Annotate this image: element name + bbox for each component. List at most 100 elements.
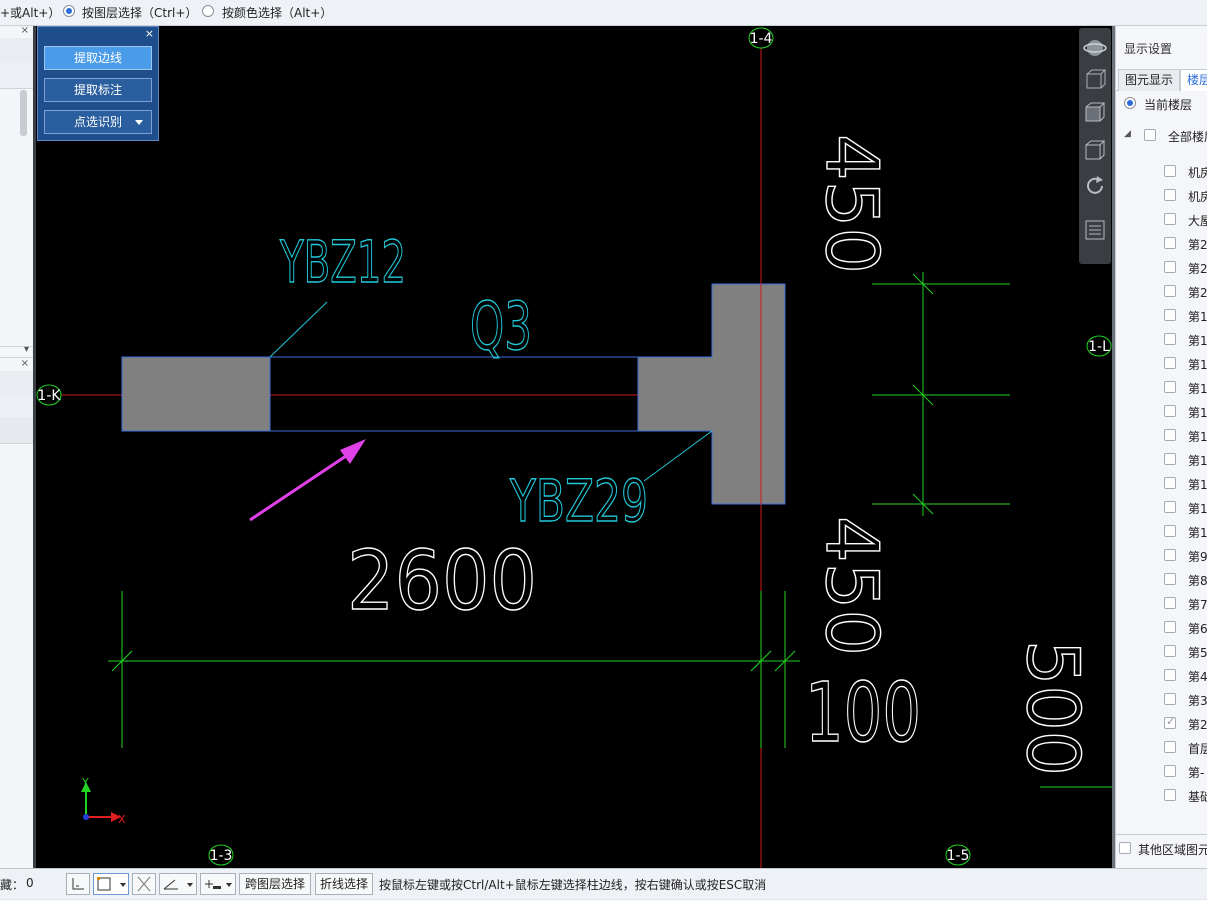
floor-checkbox[interactable] <box>1164 237 1176 249</box>
floor-list-item[interactable]: 大屋 <box>1116 208 1207 232</box>
floor-list-item[interactable]: 第1 <box>1116 400 1207 424</box>
close-icon[interactable]: × <box>145 27 154 40</box>
dim-text-100[interactable]: 100 <box>804 665 921 761</box>
column-ybz29[interactable] <box>637 283 786 505</box>
radio-current-floor-label[interactable]: 当前楼层 <box>1144 96 1192 113</box>
left-panel-row[interactable] <box>0 371 33 396</box>
radio-layer-select-label[interactable]: 按图层选择（Ctrl+） <box>82 4 197 21</box>
floor-list-item[interactable]: 第1 <box>1116 328 1207 352</box>
extract-edges-button[interactable]: 提取边线 <box>44 46 152 70</box>
label-ybz29[interactable]: YBZ29 <box>509 466 649 535</box>
dim-text-500[interactable]: 500 <box>1010 639 1095 776</box>
left-panel-row[interactable] <box>0 62 33 89</box>
cad-canvas[interactable]: 1-4 1-K 1-L 1-3 1-5 YBZ12 Q3 YBZ29 2600 … <box>36 26 1112 868</box>
floor-checkbox[interactable] <box>1164 285 1176 297</box>
floor-checkbox[interactable] <box>1164 405 1176 417</box>
floor-checkbox[interactable] <box>1164 765 1176 777</box>
column-ybz12[interactable] <box>122 357 270 431</box>
dim-text-450-top[interactable]: 450 <box>809 133 894 274</box>
floor-checkbox[interactable] <box>1164 789 1176 801</box>
floor-checkbox[interactable] <box>1164 597 1176 609</box>
floor-checkbox[interactable] <box>1164 645 1176 657</box>
floor-checkbox[interactable] <box>1164 501 1176 513</box>
dim-text-450-bottom[interactable]: 450 <box>809 515 894 656</box>
floor-list-item[interactable]: 第1 <box>1116 448 1207 472</box>
floor-list-item[interactable]: 首层 <box>1116 736 1207 760</box>
radio-layer-select[interactable] <box>63 5 75 17</box>
floor-checkbox[interactable] <box>1164 333 1176 345</box>
orbit-icon[interactable] <box>1083 36 1107 60</box>
ortho-icon[interactable] <box>66 873 90 895</box>
floor-list-item[interactable]: 第1 <box>1116 496 1207 520</box>
floor-list-item[interactable]: 第- <box>1116 760 1207 784</box>
floor-checkbox[interactable] <box>1164 715 1176 729</box>
point-identify-button[interactable]: 点选识别 <box>44 110 152 134</box>
floor-checkbox[interactable] <box>1164 381 1176 393</box>
layer-manager-icon[interactable] <box>1083 218 1107 242</box>
tab-element-display[interactable]: 图元显示 <box>1118 69 1181 91</box>
floor-list-item[interactable]: 基础 <box>1116 784 1207 808</box>
left-panel-row[interactable] <box>0 395 33 418</box>
floor-list-item[interactable]: 第7 <box>1116 592 1207 616</box>
floor-list-item[interactable]: 第6 <box>1116 616 1207 640</box>
expand-icon[interactable]: ◢ <box>1124 129 1131 139</box>
floor-list-item[interactable]: 第1 <box>1116 520 1207 544</box>
cad-drawing[interactable]: 1-4 1-K 1-L 1-3 1-5 YBZ12 Q3 YBZ29 2600 … <box>36 26 1112 868</box>
cross-select-icon[interactable] <box>132 873 156 895</box>
floor-checkbox[interactable] <box>1164 549 1176 561</box>
label-q3[interactable]: Q3 <box>469 287 532 365</box>
floor-checkbox[interactable] <box>1164 669 1176 681</box>
floor-list-item[interactable]: 第1 <box>1116 304 1207 328</box>
floor-list-item[interactable]: 第2 <box>1116 280 1207 304</box>
tab-floor-display[interactable]: 楼层 <box>1180 69 1207 91</box>
floor-checkbox[interactable] <box>1164 261 1176 273</box>
floor-list-item[interactable]: 第4 <box>1116 664 1207 688</box>
floor-checkbox[interactable] <box>1164 309 1176 321</box>
radio-color-select-label[interactable]: 按颜色选择（Alt+） <box>222 4 332 21</box>
view-3d-icon[interactable] <box>1083 68 1107 92</box>
offset-tool-icon[interactable] <box>200 873 236 895</box>
close-icon[interactable]: × <box>21 25 29 36</box>
dim-text-2600[interactable]: 2600 <box>346 533 537 629</box>
angle-tool-icon[interactable] <box>159 873 197 895</box>
floor-list-item[interactable]: 机房 <box>1116 184 1207 208</box>
left-scrollbar[interactable] <box>20 90 27 136</box>
floor-checkbox[interactable] <box>1164 693 1176 705</box>
floor-checkbox[interactable] <box>1164 573 1176 585</box>
floor-checkbox[interactable] <box>1164 477 1176 489</box>
floor-list-item[interactable]: 第9 <box>1116 544 1207 568</box>
floor-checkbox[interactable] <box>1164 189 1176 201</box>
floor-checkbox[interactable] <box>1164 213 1176 225</box>
floor-list-item[interactable]: 第2 <box>1116 256 1207 280</box>
wall-q3[interactable] <box>269 356 639 432</box>
other-region-checkbox[interactable] <box>1119 842 1131 854</box>
label-ybz12[interactable]: YBZ12 <box>279 227 407 296</box>
radio-color-select[interactable] <box>202 5 214 17</box>
floor-list-item[interactable]: 机房 <box>1116 160 1207 184</box>
floor-list-item[interactable]: 第2 <box>1116 712 1207 736</box>
floor-checkbox[interactable] <box>1164 621 1176 633</box>
snap-select-icon[interactable] <box>93 873 129 895</box>
dropdown-arrow-icon[interactable] <box>135 120 143 125</box>
floor-list-item[interactable]: 第8 <box>1116 568 1207 592</box>
rotate-icon[interactable] <box>1083 174 1107 198</box>
floor-checkbox[interactable] <box>1164 453 1176 465</box>
left-panel-row[interactable] <box>0 38 33 63</box>
floor-checkbox[interactable] <box>1164 429 1176 441</box>
floor-list-item[interactable]: 第1 <box>1116 472 1207 496</box>
floor-list-item[interactable]: 第1 <box>1116 424 1207 448</box>
view-box-icon[interactable] <box>1083 100 1107 124</box>
floor-list-item[interactable]: 第3 <box>1116 688 1207 712</box>
floor-checkbox[interactable] <box>1164 357 1176 369</box>
radio-current-floor[interactable] <box>1124 97 1136 109</box>
all-floors-checkbox[interactable] <box>1144 129 1156 141</box>
floor-list-item[interactable]: 第1 <box>1116 352 1207 376</box>
close-icon[interactable]: × <box>21 358 29 369</box>
view-cube-icon[interactable] <box>1083 138 1107 162</box>
floor-checkbox[interactable] <box>1164 165 1176 177</box>
extract-labels-button[interactable]: 提取标注 <box>44 78 152 102</box>
floor-checkbox[interactable] <box>1164 525 1176 537</box>
left-panel-row[interactable] <box>0 417 33 444</box>
floor-checkbox[interactable] <box>1164 741 1176 753</box>
collapse-icon[interactable]: ▾ <box>24 344 29 355</box>
